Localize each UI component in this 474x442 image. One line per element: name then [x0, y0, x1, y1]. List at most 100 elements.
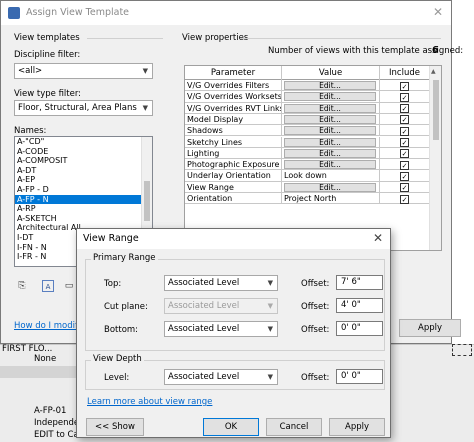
include-checkbox[interactable]: ✓ — [400, 81, 409, 91]
discipline-filter-select[interactable]: <all> ▼ — [14, 63, 153, 79]
view-properties-table: Parameter Value Include V/G Overrides Fi… — [184, 65, 442, 251]
depth-offset-label: Offset: — [301, 373, 330, 383]
properties-scrollbar[interactable]: ▲ — [429, 66, 441, 250]
parameter-value[interactable]: Project North — [284, 194, 336, 203]
edit-button[interactable]: Edit... — [284, 160, 376, 170]
edit-button[interactable]: Edit... — [284, 114, 376, 124]
ok-button[interactable]: OK — [203, 418, 259, 436]
include-checkbox[interactable]: ✓ — [400, 149, 409, 159]
include-checkbox[interactable]: ✓ — [400, 138, 409, 147]
edit-button[interactable]: Edit... — [284, 182, 376, 192]
top-level-value: Associated Level — [168, 278, 240, 288]
parameter-name: Orientation — [185, 193, 282, 205]
top-level-select[interactable]: Associated Level ▼ — [164, 275, 278, 291]
bottom-level-value: Associated Level — [168, 324, 240, 334]
cut-plane-level-value: Associated Level — [168, 301, 240, 311]
dialog-titlebar[interactable]: View Range ✕ — [77, 229, 390, 249]
group-divider — [87, 38, 163, 39]
window-title: Assign View Template — [26, 7, 130, 18]
bottom-label: Bottom: — [104, 325, 139, 335]
parameter-name: V/G Overrides Filters — [185, 80, 282, 92]
include-checkbox[interactable]: ✓ — [400, 126, 409, 136]
bottom-offset-input[interactable]: 0' 0" — [336, 321, 383, 336]
background-row-label: FIRST FLO... — [2, 344, 53, 354]
parameter-value-cell: Edit... — [282, 91, 380, 103]
cut-plane-level-select: Associated Level ▼ — [164, 298, 278, 314]
view-type-filter-value: Floor, Structural, Area Plans — [18, 103, 137, 113]
background-row-label: None — [34, 354, 57, 364]
dialog-apply-button[interactable]: Apply — [329, 418, 385, 436]
include-checkbox[interactable]: ✓ — [400, 171, 409, 181]
property-row: Underlay Orientation Look down ✓ — [185, 170, 429, 182]
view-range-dialog: View Range ✕ Primary Range Top: Associat… — [76, 228, 391, 438]
chevron-down-icon: ▼ — [267, 302, 273, 310]
include-checkbox[interactable]: ✓ — [400, 92, 409, 102]
view-type-filter-label: View type filter: — [14, 89, 82, 99]
template-name-item[interactable]: A-COMPOSIT — [15, 156, 152, 166]
close-icon[interactable]: ✕ — [433, 5, 443, 19]
delete-icon[interactable]: ▭ — [63, 280, 75, 292]
scrollbar-thumb[interactable] — [144, 181, 150, 221]
include-checkbox[interactable]: ✓ — [400, 183, 409, 193]
bottom-level-select[interactable]: Associated Level ▼ — [164, 321, 278, 337]
include-checkbox[interactable]: ✓ — [400, 194, 409, 204]
template-name-item[interactable]: A-RP — [15, 204, 152, 214]
include-cell: ✓ — [380, 91, 429, 102]
chevron-up-icon[interactable]: ▲ — [431, 68, 436, 75]
include-checkbox[interactable]: ✓ — [400, 104, 409, 114]
template-name-item[interactable]: A-CODE — [15, 147, 152, 157]
template-name-item[interactable]: A-FP - N — [15, 194, 152, 205]
rename-icon[interactable]: A — [42, 280, 54, 292]
scrollbar-thumb[interactable] — [433, 80, 439, 140]
revit-app-icon — [8, 7, 20, 19]
template-name-item[interactable]: A-DT — [15, 166, 152, 176]
parameter-name: Photographic Exposure — [185, 159, 282, 171]
window-titlebar[interactable]: Assign View Template ✕ — [1, 1, 451, 25]
background-divider — [0, 366, 76, 378]
parameter-value-cell: Look down — [282, 170, 380, 182]
depth-level-label: Level: — [104, 373, 130, 383]
include-cell: ✓ — [380, 103, 429, 114]
template-name-item[interactable]: A-FP - D — [15, 185, 152, 195]
edit-button[interactable]: Edit... — [284, 81, 376, 90]
learn-more-link[interactable]: Learn more about view range — [87, 397, 212, 407]
bottom-offset-label: Offset: — [301, 325, 330, 335]
property-row: Lighting Edit... ✓ — [185, 147, 429, 160]
property-row: Orientation Project North ✓ — [185, 193, 429, 205]
assigned-count-value: 6 — [432, 45, 439, 56]
cut-plane-offset-input[interactable]: 4' 0" — [336, 298, 383, 313]
parameter-name: Model Display — [185, 113, 282, 126]
cancel-button[interactable]: Cancel — [266, 418, 322, 436]
discipline-filter-label: Discipline filter: — [14, 50, 81, 60]
template-name-item[interactable]: A-EP — [15, 175, 152, 185]
parameter-value-cell: Edit... — [282, 159, 380, 171]
top-offset-input[interactable]: 7' 6" — [336, 275, 383, 290]
parameter-value-cell: Edit... — [282, 147, 380, 160]
edit-button[interactable]: Edit... — [284, 92, 376, 102]
chevron-down-icon: ▼ — [142, 67, 148, 75]
edit-button[interactable]: Edit... — [284, 126, 376, 136]
top-offset-label: Offset: — [301, 279, 330, 289]
parameter-value-cell: Edit... — [282, 113, 380, 126]
view-type-filter-select[interactable]: Floor, Structural, Area Plans ▼ — [14, 100, 153, 116]
include-cell: ✓ — [380, 148, 429, 159]
edit-button[interactable]: Edit... — [284, 103, 376, 113]
include-checkbox[interactable]: ✓ — [400, 160, 409, 170]
template-name-item[interactable]: A-SKETCH — [15, 214, 152, 224]
include-checkbox[interactable]: ✓ — [400, 115, 409, 125]
duplicate-icon[interactable]: ⎘ — [16, 280, 28, 292]
background-row-label: Independe... — [34, 418, 76, 428]
group-divider — [241, 38, 441, 39]
close-icon[interactable]: ✕ — [373, 231, 383, 245]
edit-button[interactable]: Edit... — [284, 148, 376, 158]
cut-plane-label: Cut plane: — [104, 302, 148, 312]
apply-button[interactable]: Apply — [399, 319, 461, 337]
template-name-item[interactable]: A-"CD" — [15, 137, 152, 147]
column-header-parameter: Parameter — [185, 66, 282, 80]
parameter-value[interactable]: Look down — [284, 171, 327, 180]
view-templates-heading: View templates — [14, 33, 80, 43]
edit-button[interactable]: Edit... — [284, 137, 376, 147]
depth-offset-input[interactable]: 0' 0" — [336, 369, 383, 384]
depth-level-select[interactable]: Associated Level ▼ — [164, 369, 278, 385]
show-button[interactable]: << Show — [86, 418, 144, 436]
